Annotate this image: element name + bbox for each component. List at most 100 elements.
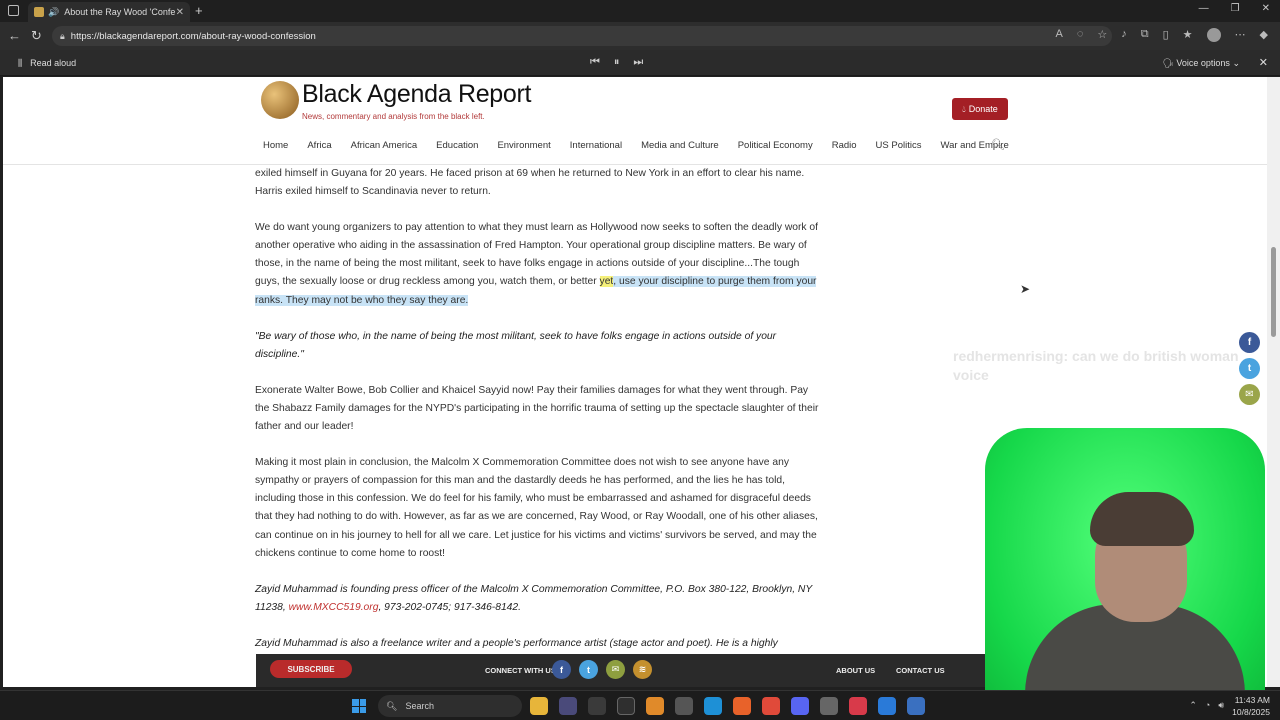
email-icon[interactable]: ✉: [606, 660, 625, 679]
firefox-icon[interactable]: [733, 697, 751, 715]
more-menu-icon[interactable]: ⋯: [1235, 28, 1246, 42]
vlc-icon[interactable]: [646, 697, 664, 715]
split-screen-icon[interactable]: ▯: [1163, 28, 1169, 42]
app-icon[interactable]: [617, 697, 635, 715]
article-paragraph: exiled himself in Guyana for 20 years. H…: [255, 168, 805, 198]
voice-options-label: Voice options: [1176, 58, 1230, 68]
facebook-icon[interactable]: f: [1239, 332, 1260, 353]
voice-icon: 🗣: [1162, 58, 1177, 68]
read-aloud-icon[interactable]: A: [1055, 28, 1062, 42]
author-bio: Zayid Muhammad is founding press officer…: [255, 581, 825, 617]
mxcc-link[interactable]: www.MXCC519.org: [289, 602, 379, 613]
clock-date: 10/8/2025: [1232, 707, 1270, 717]
favorites-icon[interactable]: ★: [1183, 28, 1193, 42]
notepad-icon[interactable]: [907, 697, 925, 715]
tracking-icon[interactable]: ◌: [1077, 28, 1084, 42]
volume-icon[interactable]: 🔊︎: [1218, 700, 1224, 711]
email-icon[interactable]: ✉: [1239, 384, 1260, 405]
url-text: https://blackagendareport.com/about-ray-…: [70, 30, 316, 42]
back-button[interactable]: ←: [8, 28, 21, 43]
nav-radio[interactable]: Radio: [832, 140, 857, 151]
page-scrollbar[interactable]: [1267, 77, 1280, 687]
lock-icon[interactable]: 🔒︎: [60, 31, 65, 42]
nav-home[interactable]: Home: [263, 140, 288, 151]
chevron-up-icon[interactable]: ⌃: [1189, 700, 1197, 711]
vscode-icon[interactable]: [878, 697, 896, 715]
next-paragraph-icon[interactable]: ⏭: [633, 56, 643, 69]
nav-africa[interactable]: Africa: [307, 140, 331, 151]
audio-playing-icon[interactable]: 🔊: [48, 7, 59, 18]
toolbar-icons: A ◌ ☆ ♪ ⧉ ▯ ★ ⋯ ◆: [1055, 28, 1268, 42]
new-tab-button[interactable]: +: [195, 3, 203, 18]
about-us-link[interactable]: ABOUT US: [836, 666, 875, 675]
profile-avatar[interactable]: [1206, 28, 1221, 42]
address-bar[interactable]: 🔒︎ https://blackagendareport.com/about-r…: [52, 26, 1112, 46]
read-aloud-bar: ⫼ Read aloud ⏮ ⏸ ⏭ 🗣 Voice options ⌄ ✕: [0, 50, 1280, 76]
playback-controls: ⏮ ⏸ ⏭: [590, 56, 643, 69]
clock[interactable]: 11:43 AM 10/8/2025: [1232, 694, 1270, 718]
article-paragraph-highlighted: We do want young organizers to pay atten…: [255, 219, 825, 309]
drop-icon: 💧︎: [962, 103, 966, 114]
site-logo-icon[interactable]: [261, 81, 299, 119]
taskbar-search-label: Search: [405, 701, 434, 711]
app-icon[interactable]: [675, 697, 693, 715]
edge-icon[interactable]: [704, 697, 722, 715]
article-body: exiled himself in Guyana for 20 years. H…: [255, 165, 825, 671]
system-tray: ⌃ ◔ 🔊︎: [1189, 700, 1224, 711]
close-window-button[interactable]: ✕: [1262, 3, 1270, 14]
voice-options-button[interactable]: 🗣 Voice options ⌄: [1162, 58, 1240, 69]
media-player-icon[interactable]: [849, 697, 867, 715]
copilot-icon[interactable]: ◆: [1260, 28, 1268, 42]
previous-paragraph-icon[interactable]: ⏮: [590, 56, 600, 69]
bio-text: , 973-202-0745; 917-346-8142.: [378, 601, 521, 613]
close-read-aloud-icon[interactable]: ✕: [1259, 56, 1268, 69]
app-icon[interactable]: [559, 697, 577, 715]
nav-us-politics[interactable]: US Politics: [876, 140, 922, 151]
donate-label: Donate: [968, 104, 998, 114]
nav-education[interactable]: Education: [436, 140, 478, 151]
site-favicon-icon: [34, 7, 44, 17]
chrome-icon[interactable]: [762, 697, 780, 715]
search-icon: 🔍︎: [386, 700, 398, 711]
facebook-icon[interactable]: f: [552, 660, 571, 679]
twitter-icon[interactable]: t: [579, 660, 598, 679]
pause-icon[interactable]: ⏸: [614, 56, 620, 69]
rss-icon[interactable]: ≋: [633, 660, 652, 679]
twitter-icon[interactable]: t: [1239, 358, 1260, 379]
start-button[interactable]: [352, 699, 366, 713]
site-title[interactable]: Black Agenda Report: [302, 80, 531, 109]
footer-social-icons: f t ✉ ≋: [552, 660, 652, 679]
search-icon[interactable]: 🔍︎: [991, 138, 1005, 151]
nav-environment[interactable]: Environment: [497, 140, 550, 151]
donate-button[interactable]: 💧︎ Donate: [952, 98, 1008, 120]
tab-active[interactable]: 🔊 About the Ray Wood 'Confe ✕: [28, 2, 190, 22]
subscribe-button[interactable]: SUBSCRIBE: [270, 660, 352, 678]
workspaces-icon[interactable]: [8, 5, 19, 16]
minimize-button[interactable]: —: [1199, 3, 1209, 14]
app-icon[interactable]: [588, 697, 606, 715]
sticky-footer: SUBSCRIBE CONNECT WITH US f t ✉ ≋ ABOUT …: [256, 654, 1008, 687]
file-explorer-icon[interactable]: [530, 697, 548, 715]
address-toolbar: ← ↻ 🔒︎ https://blackagendareport.com/abo…: [0, 22, 1280, 50]
extensions-icon[interactable]: ⧉: [1141, 28, 1149, 42]
contact-us-link[interactable]: CONTACT US: [896, 666, 945, 675]
discord-icon[interactable]: [791, 697, 809, 715]
mouse-cursor-icon: ➤: [1020, 282, 1031, 296]
close-tab-icon[interactable]: ✕: [176, 7, 184, 18]
taskbar-search[interactable]: 🔍︎ Search: [378, 695, 522, 717]
taskbar: 🔍︎ Search ⌃ ◔ 🔊︎ 11:43 AM 10/8/2025: [0, 690, 1280, 720]
refresh-button[interactable]: ↻: [31, 28, 42, 44]
nav-international[interactable]: International: [570, 140, 622, 151]
clock-time: 11:43 AM: [1234, 695, 1270, 705]
nav-political-economy[interactable]: Political Economy: [738, 140, 813, 151]
restore-button[interactable]: ❐: [1231, 3, 1240, 14]
network-icon[interactable]: ◔: [1205, 700, 1210, 711]
nav-african-america[interactable]: African America: [351, 140, 418, 151]
site-header: Black Agenda Report News, commentary and…: [3, 77, 1267, 165]
nav-media-culture[interactable]: Media and Culture: [641, 140, 719, 151]
scrollbar-thumb[interactable]: [1271, 247, 1276, 337]
obs-icon[interactable]: [820, 697, 838, 715]
speaker-icon[interactable]: ♪: [1121, 28, 1127, 42]
favorite-star-icon[interactable]: ☆: [1097, 28, 1107, 42]
current-word-highlight: yet: [599, 276, 614, 288]
